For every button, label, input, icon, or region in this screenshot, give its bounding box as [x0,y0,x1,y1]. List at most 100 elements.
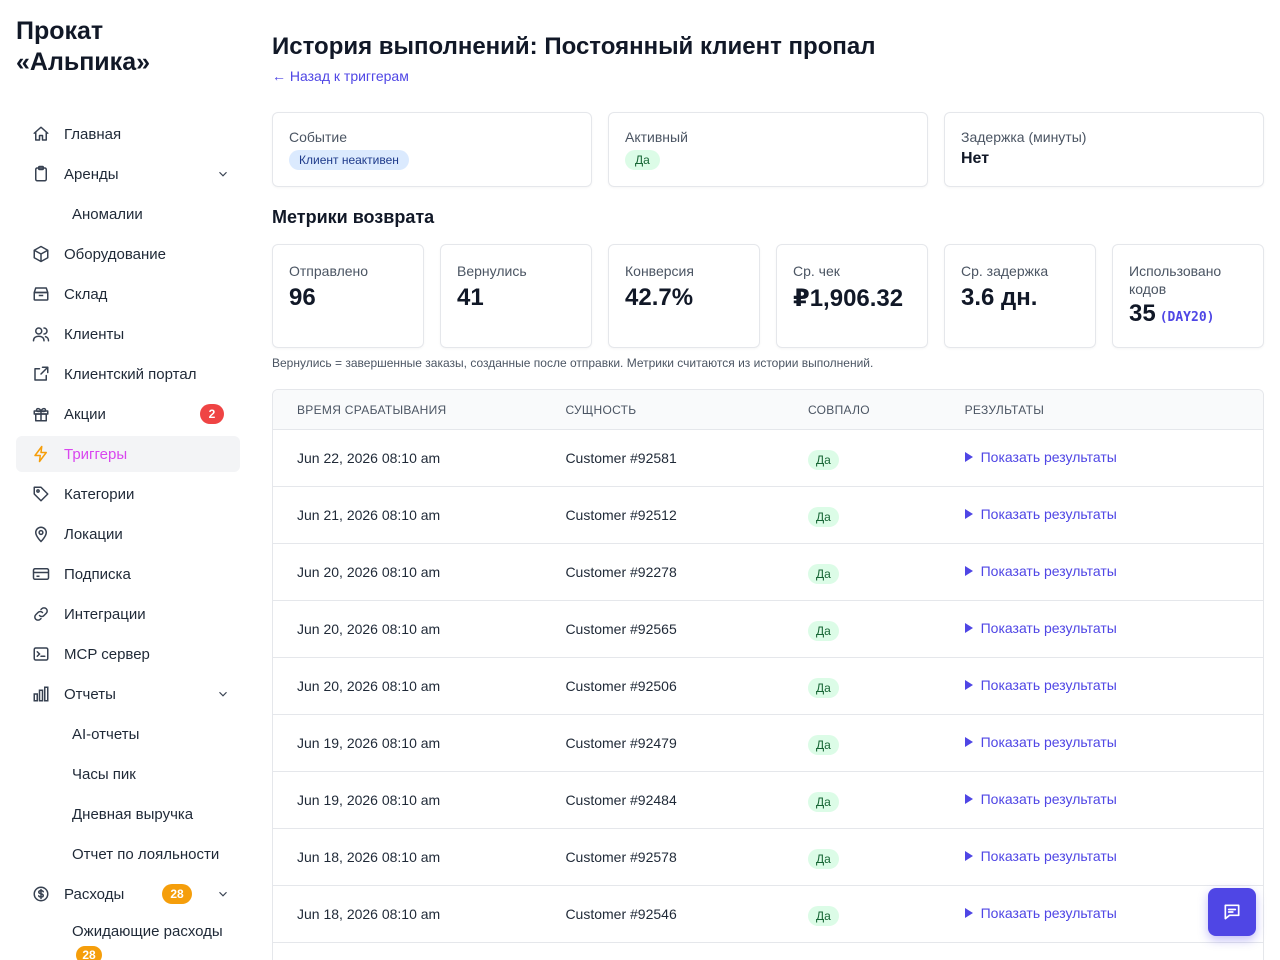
column-header-matched: Совпало [807,402,870,417]
event-card: Событие Клиент неактивен [272,112,592,187]
sidebar-item-mcp-server[interactable]: MCP сервер [16,636,240,672]
table-row: Jun 19, 2026 08:10 am Customer #92484 Да По… [273,772,1263,829]
lightning-icon [32,445,50,463]
event-badge: Клиент неактивен [289,150,409,170]
sidebar-item-label: Склад [64,285,108,303]
map-pin-icon [32,525,50,543]
trigger-time-cell: Jun 20, 2026 08:10 am [297,678,441,694]
delay-label: Задержка (минуты) [961,129,1087,145]
show-results-label: Показать результаты [980,620,1117,636]
sidebar-item-anomalies[interactable]: Аномалии [16,196,240,232]
sidebar-item-pending-expenses[interactable]: Ожидающие расходы 28 [16,916,240,960]
sidebar-item-warehouse[interactable]: Склад [16,276,240,312]
sidebar-item-categories[interactable]: Категории [16,476,240,512]
sidebar-item-label: Акции [64,405,106,423]
metric-label: Вернулись [457,263,527,279]
chevron-down-icon[interactable] [216,687,230,701]
show-results-label: Показать результаты [980,791,1117,807]
show-results-link[interactable]: Показать результаты [964,677,1117,693]
metrics-row: Отправлено 96 Вернулись 41 Конверсия 42.… [272,244,1264,348]
sidebar-item-client-portal[interactable]: Клиентский портал [16,356,240,392]
trigger-time-cell: Jun 18, 2026 08:10 am [297,849,441,865]
table-body: Jun 22, 2026 08:10 am Customer #92581 Да По… [273,430,1263,943]
table-row: Jun 19, 2026 08:10 am Customer #92479 Да По… [273,715,1263,772]
metrics-section-title: Метрики возврата [272,207,435,227]
sidebar-item-rentals[interactable]: Аренды [16,156,240,192]
gift-icon [32,405,50,423]
results-cell: Показать результаты [964,848,1263,866]
back-to-triggers-link[interactable]: ← Назад к триггерам [272,68,409,84]
sidebar-item-label: Аномалии [72,205,143,223]
show-results-label: Показать результаты [980,449,1117,465]
chevron-down-icon[interactable] [216,167,230,181]
sidebar-item-promotions[interactable]: Акции 2 [16,396,240,432]
trigger-info-row: Событие Клиент неактивен Активный Да Зад… [272,112,1264,187]
sidebar-item-home[interactable]: Главная [16,116,240,152]
sidebar-item-peak-hours[interactable]: Часы пик [16,756,240,792]
show-results-link[interactable]: Показать результаты [964,506,1117,522]
metric-card-sent: Отправлено 96 [272,244,424,348]
metric-value: 42.7% [625,284,694,311]
metrics-note: Вернулись = завершенные заказы, созданны… [272,356,874,370]
sidebar-item-expenses[interactable]: Расходы 28 [16,876,240,912]
metric-card-avg-check: Ср. чек ₽1,906.32 [776,244,928,348]
chat-icon [1224,904,1240,920]
executions-table: Время срабатывания Сущность Совпало Резу… [272,389,1264,960]
metric-value: 3.6 дн. [961,284,1038,311]
sidebar-item-equipment[interactable]: Оборудование [16,236,240,272]
sidebar-item-label: Клиенты [64,325,125,343]
delay-value: Нет [961,150,990,167]
show-results-link[interactable]: Показать результаты [964,791,1117,807]
external-link-icon [32,365,50,383]
sidebar-item-locations[interactable]: Локации [16,516,240,552]
sidebar-item-triggers[interactable]: Триггеры [16,436,240,472]
sidebar-item-label: Интеграции [64,605,146,623]
metric-value: 41 [457,284,484,311]
matched-cell: Да [807,902,965,926]
metric-card-conversion: Конверсия 42.7% [608,244,760,348]
active-label: Активный [625,129,688,145]
entity-cell: Customer #92484 [565,792,677,808]
sidebar-item-daily-revenue[interactable]: Дневная выручка [16,796,240,832]
trigger-time-cell: Jun 20, 2026 08:10 am [297,621,441,637]
metric-label: Ср. задержка [961,263,1049,279]
brand-title: Прокат «Альпика» [16,17,150,76]
show-results-link[interactable]: Показать результаты [964,563,1117,579]
results-cell: Показать результаты [964,734,1263,752]
chevron-down-icon[interactable] [216,887,230,901]
sidebar-item-label: Локации [64,525,123,543]
sidebar-item-subscription[interactable]: Подписка [16,556,240,592]
metric-label: Использовано кодов [1129,263,1222,297]
sidebar-item-label: Триггеры [64,445,128,463]
matched-cell: Да [807,617,965,641]
matched-cell: Да [807,446,965,470]
triangle-right-icon [964,452,973,462]
matched-badge: Да [807,792,839,812]
active-card: Активный Да [608,112,928,187]
table-row: Jun 18, 2026 08:10 am Customer #92578 Да По… [273,829,1263,886]
show-results-link[interactable]: Показать результаты [964,848,1117,864]
home-icon [32,125,50,143]
results-cell: Показать результаты [964,677,1263,695]
triangle-right-icon [964,623,973,633]
trigger-time-cell: Jun 19, 2026 08:10 am [297,792,441,808]
sidebar-item-integrations[interactable]: Интеграции [16,596,240,632]
show-results-link[interactable]: Показать результаты [964,449,1117,465]
matched-cell: Да [807,731,965,755]
chat-button[interactable] [1208,888,1256,936]
delay-card: Задержка (минуты) Нет [944,112,1264,187]
metric-value: 96 [289,284,316,311]
matched-badge: Да [807,564,839,584]
show-results-link[interactable]: Показать результаты [964,905,1117,921]
sidebar-item-reports[interactable]: Отчеты [16,676,240,712]
promotions-count-badge: 2 [200,404,224,424]
sidebar-item-loyalty-report[interactable]: Отчет по лояльности [16,836,240,872]
show-results-link[interactable]: Показать результаты [964,734,1117,750]
promo-code: (DAY20) [1159,310,1215,325]
sidebar-item-label: Отчет по лояльности [72,845,220,863]
sidebar-item-customers[interactable]: Клиенты [16,316,240,352]
entity-cell: Customer #92565 [565,621,677,637]
sidebar-item-label: Ожидающие расходы [72,923,223,940]
show-results-link[interactable]: Показать результаты [964,620,1117,636]
sidebar-item-ai-reports[interactable]: AI-отчеты [16,716,240,752]
